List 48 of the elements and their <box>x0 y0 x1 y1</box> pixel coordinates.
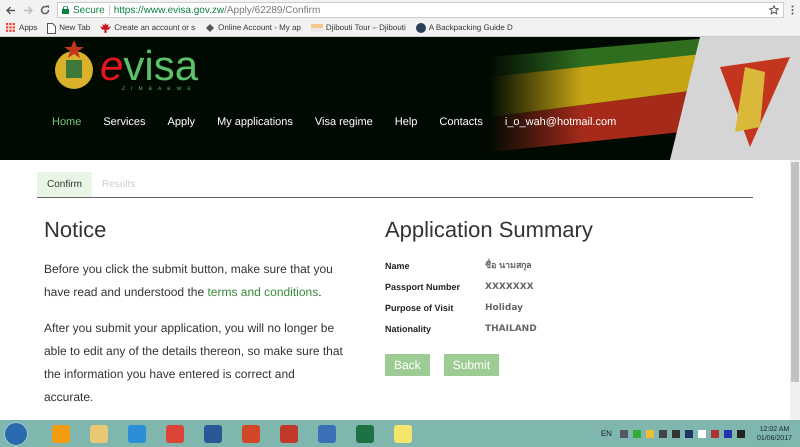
apps-grid-icon <box>6 23 16 33</box>
lock-icon <box>62 6 69 14</box>
language-indicator[interactable]: EN <box>600 428 612 440</box>
site-logo-text: evisa <box>100 46 198 86</box>
bookmark-link[interactable]: New Tab <box>59 22 90 34</box>
bookmark-link[interactable]: Apps <box>19 22 38 34</box>
maple-leaf-icon <box>100 22 112 34</box>
notice-paragraph: After you submit your application, you will no longer be able to edit any of the details thereon, so make sure that the information you have entered is correct and accurate. <box>44 320 344 406</box>
summary-value: THAILAND <box>485 323 538 336</box>
globe-icon <box>416 23 426 33</box>
back-icon[interactable] <box>6 6 16 14</box>
secure-label: Secure <box>73 4 105 18</box>
page-icon <box>47 22 56 34</box>
nav-link[interactable]: Services <box>103 114 146 130</box>
coat-of-arms-icon <box>54 40 94 92</box>
bookmark-link[interactable]: A Backpacking Guide D <box>428 22 513 34</box>
notice-heading: Notice <box>44 216 108 244</box>
summary-label: Nationality <box>385 323 432 336</box>
address-bar[interactable]: Secure https://www.evisa.gov.zw/Apply/62289/Confirm <box>57 2 784 18</box>
start-button[interactable] <box>4 422 28 446</box>
flag-icon <box>310 24 323 32</box>
bookmark-link[interactable]: Create an account or s <box>114 22 196 34</box>
url-text: https://www.evisa.gov.zw/Apply/62289/Confirm <box>114 4 320 18</box>
summary-value: Holiday <box>485 302 524 315</box>
summary-heading: Application Summary <box>385 216 593 244</box>
summary-label: Purpose of Visit <box>385 302 454 315</box>
scrollbar[interactable] <box>790 160 800 420</box>
nav-link[interactable]: Contacts <box>439 114 483 130</box>
site-icon <box>205 23 216 33</box>
nav-link[interactable]: Help <box>394 114 418 130</box>
summary-value: XXXXXXX <box>485 281 535 294</box>
summary-label: Name <box>385 260 411 273</box>
notice-paragraph: Before you click the submit button, make sure that you have read and understood the terms and conditions. <box>44 261 334 301</box>
nav-link[interactable]: Home <box>52 114 82 130</box>
bookmark-link[interactable]: Djibouti Tour – Djibouti <box>326 22 406 34</box>
star-icon[interactable] <box>769 5 779 15</box>
forward-icon[interactable] <box>23 6 33 14</box>
nav-link[interactable]: My applications <box>217 114 293 130</box>
nav-link[interactable]: i_o_wah@hotmail.com <box>504 114 616 130</box>
reload-icon[interactable] <box>40 5 50 15</box>
terms-link[interactable]: terms and conditions <box>207 285 318 299</box>
nav-link[interactable]: Apply <box>168 114 196 130</box>
summary-label: Passport Number <box>385 281 462 294</box>
bookmark-link[interactable]: Online Account - My ap <box>218 22 301 34</box>
nav-link[interactable]: Visa regime <box>314 114 373 130</box>
summary-value: ชื่อ นามสกุล <box>485 260 593 273</box>
menu-icon[interactable] <box>791 5 794 15</box>
tab[interactable]: Confirm <box>37 172 92 197</box>
